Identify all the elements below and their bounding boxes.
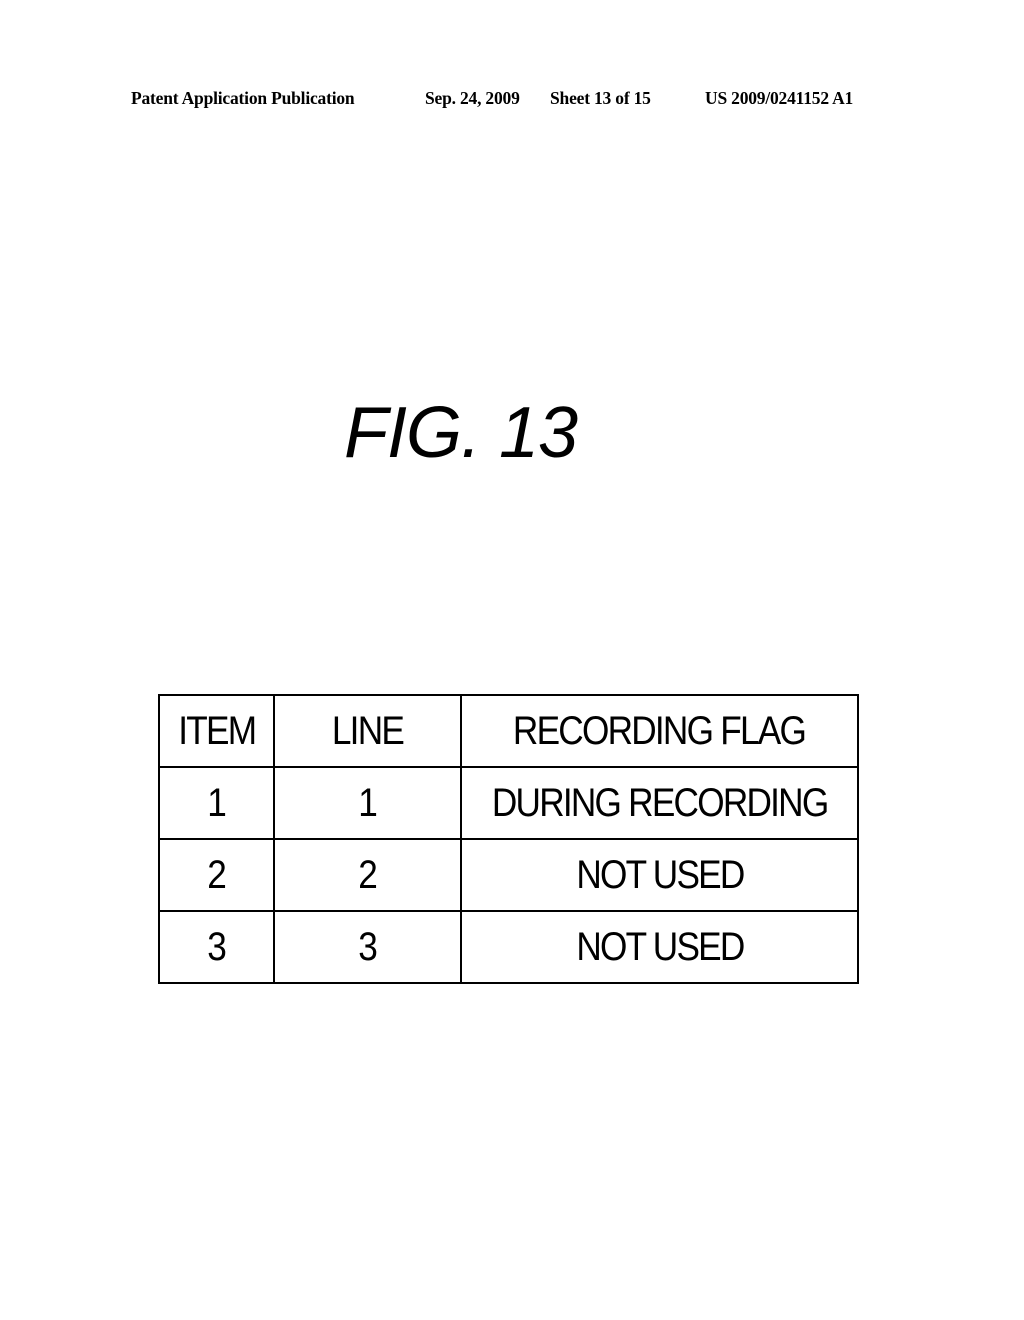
table-header-row: ITEM LINE RECORDING FLAG	[158, 694, 859, 768]
figure-title: FIG. 13	[344, 393, 578, 473]
cell-line: 1	[273, 766, 462, 840]
cell-line: 2	[273, 838, 462, 912]
cell-recording-flag: DURING RECORDING	[460, 766, 859, 840]
cell-item: 1	[158, 766, 275, 840]
table-row: 2 2 NOT USED	[158, 838, 859, 912]
column-header-recording-flag: RECORDING FLAG	[460, 694, 859, 768]
cell-item: 2	[158, 838, 275, 912]
cell-item: 3	[158, 910, 275, 984]
table-row: 1 1 DURING RECORDING	[158, 766, 859, 840]
publication-label: Patent Application Publication	[131, 88, 355, 108]
publication-date: Sep. 24, 2009	[425, 88, 520, 108]
cell-recording-flag: NOT USED	[460, 838, 859, 912]
recording-flag-table: ITEM LINE RECORDING FLAG 1 1 DURING RECO…	[158, 694, 859, 984]
cell-line: 3	[273, 910, 462, 984]
table-row: 3 3 NOT USED	[158, 910, 859, 984]
patent-number: US 2009/0241152 A1	[705, 88, 854, 108]
cell-recording-flag: NOT USED	[460, 910, 859, 984]
column-header-item: ITEM	[158, 694, 275, 768]
sheet-number: Sheet 13 of 15	[550, 88, 651, 108]
column-header-line: LINE	[273, 694, 462, 768]
page-header: Patent Application Publication Sep. 24, …	[0, 88, 1024, 114]
